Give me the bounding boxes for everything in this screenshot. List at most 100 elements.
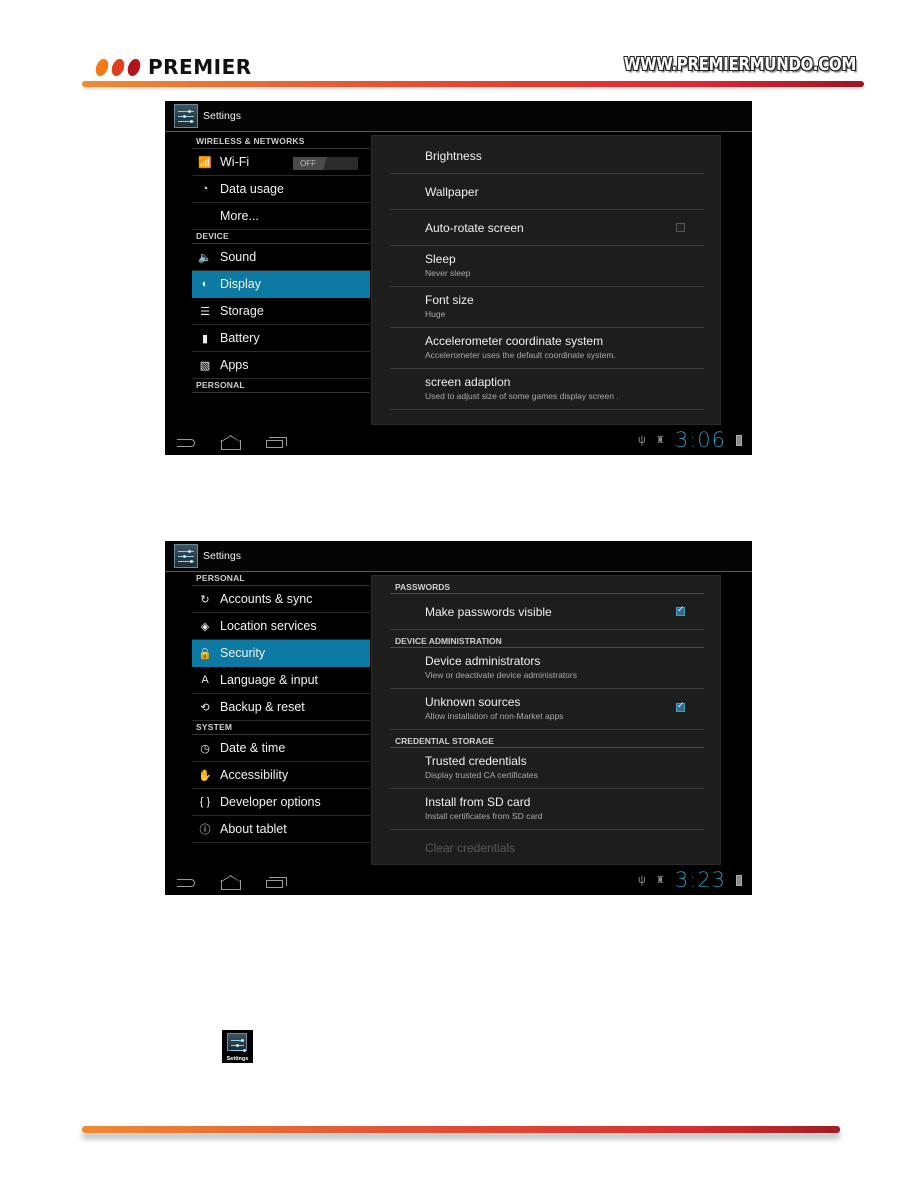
- clock: 3:06: [674, 428, 726, 452]
- home-icon[interactable]: [221, 440, 241, 450]
- action-bar-title: Settings: [203, 550, 241, 562]
- sidebar-item-label: Developer options: [220, 795, 321, 809]
- preference-font-size[interactable]: Font size Huge: [390, 287, 704, 328]
- preference-summary: Install certificates from SD card: [425, 811, 543, 821]
- sidebar-item-label: Apps: [220, 358, 249, 372]
- sidebar-item-label: Battery: [220, 331, 260, 345]
- settings-app-icon[interactable]: [174, 544, 198, 568]
- section-header: WIRELESS & NETWORKS: [192, 135, 370, 149]
- sidebar-item-developer-options[interactable]: { } Developer options: [192, 789, 370, 816]
- recent-apps-icon[interactable]: [266, 437, 287, 448]
- preference-wallpaper[interactable]: Wallpaper: [390, 174, 704, 210]
- system-bar: ψ ♜ 3:23: [165, 868, 752, 895]
- data-usage-icon: ◔: [201, 183, 209, 195]
- category-header: DEVICE ADMINISTRATION: [390, 630, 704, 648]
- settings-app-icon[interactable]: [174, 104, 198, 128]
- sidebar-item-language-input[interactable]: A Language & input: [192, 667, 370, 694]
- sidebar-item-more[interactable]: More...: [192, 203, 370, 230]
- sidebar-item-label: Data usage: [220, 182, 284, 196]
- preference-unknown-sources[interactable]: Unknown sources Allow installation of non…: [390, 689, 704, 730]
- sidebar-item-battery[interactable]: ▮ Battery: [192, 325, 370, 352]
- sidebar-item-label: Accounts & sync: [220, 592, 313, 606]
- back-icon[interactable]: [177, 879, 195, 887]
- recent-apps-icon[interactable]: [266, 877, 287, 888]
- sidebar-item-label: Date & time: [220, 741, 286, 755]
- preference-device-administrators[interactable]: Device administrators View or deactivate …: [390, 648, 704, 689]
- location-icon: ◈: [200, 620, 210, 633]
- logo-dot: [126, 58, 142, 76]
- sidebar-item-accessibility[interactable]: ✋ Accessibility: [192, 762, 370, 789]
- settings-category-list: WIRELESS & NETWORKS 📶 Wi-Fi OFF ◔ Data usage M…: [192, 135, 370, 393]
- wifi-icon: 📶: [198, 156, 212, 169]
- apps-icon: ▧: [199, 359, 211, 372]
- preference-title: Trusted credentials: [425, 754, 527, 768]
- preference-title: Accelerometer coordinate system: [425, 334, 604, 348]
- info-icon: ⓘ: [199, 824, 211, 836]
- clock: 3:23: [674, 868, 726, 892]
- sidebar-item-location-services[interactable]: ◈ Location services: [192, 613, 370, 640]
- preference-summary: Never sleep: [425, 268, 471, 278]
- preference-title: Device administrators: [425, 654, 541, 668]
- preference-make-passwords-visible[interactable]: Make passwords visible: [390, 594, 704, 630]
- accessibility-icon: ✋: [198, 769, 212, 782]
- back-icon[interactable]: [177, 439, 195, 447]
- preference-summary: Allow installation of non-Market apps: [425, 711, 564, 721]
- usb-icon: ψ: [638, 434, 646, 446]
- battery-icon: ▮: [201, 332, 209, 345]
- sidebar-item-label: Wi-Fi: [220, 155, 250, 169]
- preference-screen-adaption[interactable]: screen adaption Used to adjust size of so…: [390, 369, 704, 410]
- sidebar-item-sound[interactable]: 🔈 Sound: [192, 244, 370, 271]
- preference-install-from-sd-card[interactable]: Install from SD card Install certificates…: [390, 789, 704, 830]
- preference-title: Font size: [425, 293, 474, 307]
- preference-title: Sleep: [425, 252, 456, 266]
- category-header: PASSWORDS: [390, 576, 704, 594]
- sidebar-item-backup-reset[interactable]: ⟲ Backup & reset: [192, 694, 370, 721]
- security-settings-screenshot: Settings PERSONAL ↻ Accounts & sync ◈ Locati…: [165, 541, 752, 895]
- section-header: PERSONAL: [192, 379, 370, 393]
- settings-detail-panel: Brightness Wallpaper Auto-rotate screen Sle…: [371, 135, 721, 425]
- sidebar-item-about-tablet[interactable]: ⓘ About tablet: [192, 816, 370, 843]
- sidebar-item-data-usage[interactable]: ◔ Data usage: [192, 176, 370, 203]
- preference-title: Wallpaper: [425, 184, 479, 199]
- action-bar: Settings: [165, 101, 752, 132]
- checkbox[interactable]: [676, 604, 685, 616]
- preference-accelerometer-coordinate-system[interactable]: Accelerometer coordinate system Accelerom…: [390, 328, 704, 369]
- preference-sleep[interactable]: Sleep Never sleep: [390, 246, 704, 287]
- preference-summary: Huge: [425, 309, 446, 319]
- brand-name: PREMIER: [148, 55, 252, 79]
- home-icon[interactable]: [221, 880, 241, 890]
- preference-auto-rotate-screen[interactable]: Auto-rotate screen: [390, 210, 704, 246]
- sidebar-item-label: About tablet: [220, 822, 287, 836]
- header-rule: [82, 81, 864, 87]
- sidebar-item-wi-fi[interactable]: 📶 Wi-Fi OFF: [192, 149, 370, 176]
- action-bar-title: Settings: [203, 110, 241, 122]
- sidebar-item-label: Location services: [220, 619, 317, 633]
- preference-title: screen adaption: [425, 375, 511, 389]
- language-icon: A: [201, 674, 209, 686]
- status-area[interactable]: ψ ♜ 3:06: [638, 428, 742, 452]
- sidebar-item-date-time[interactable]: ◷ Date & time: [192, 735, 370, 762]
- preference-title: Make passwords visible: [425, 604, 552, 619]
- footer-rule: [82, 1126, 840, 1133]
- android-debug-icon: ♜: [655, 874, 665, 886]
- preference-title: Auto-rotate screen: [425, 220, 524, 235]
- checkbox[interactable]: [676, 223, 685, 232]
- sidebar-item-label: Storage: [220, 304, 264, 318]
- preference-title: Brightness: [425, 148, 482, 163]
- preference-summary: Display trusted CA certificates: [425, 770, 538, 780]
- status-area[interactable]: ψ ♜ 3:23: [638, 868, 742, 892]
- checkbox[interactable]: [676, 700, 685, 712]
- storage-icon: ☰: [200, 305, 210, 318]
- sidebar-item-label: Sound: [220, 250, 257, 264]
- sidebar-item-display[interactable]: ◐ Display: [192, 271, 370, 298]
- sidebar-item-apps[interactable]: ▧ Apps: [192, 352, 370, 379]
- preference-brightness[interactable]: Brightness: [390, 138, 704, 174]
- sidebar-item-storage[interactable]: ☰ Storage: [192, 298, 370, 325]
- preference-trusted-credentials[interactable]: Trusted credentials Display trusted CA ce…: [390, 748, 704, 789]
- sidebar-item-accounts-sync[interactable]: ↻ Accounts & sync: [192, 586, 370, 613]
- sidebar-item-security[interactable]: 🔒 Security: [192, 640, 370, 667]
- wifi-toggle[interactable]: OFF: [293, 157, 358, 170]
- website-url: WWW.PREMIERMUNDO.COM: [623, 53, 856, 75]
- premier-logo: PREMIER: [94, 55, 252, 79]
- sidebar-item-label: Language & input: [220, 673, 319, 687]
